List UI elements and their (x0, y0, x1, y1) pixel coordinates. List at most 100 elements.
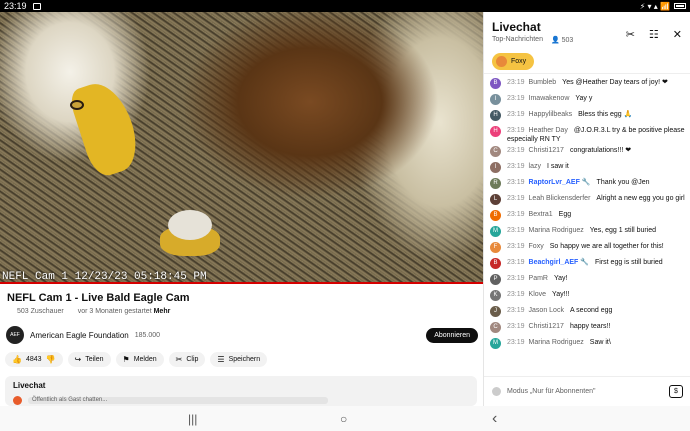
super-chat-button[interactable]: $ (669, 385, 683, 398)
chat-user-avatar: H (490, 126, 501, 137)
save-playlist-icon: ☰ (217, 355, 225, 364)
chat-message[interactable]: P 23:19 PamR Yay! (490, 272, 685, 288)
channel-avatar[interactable]: AEF (6, 326, 24, 344)
like-dislike-button[interactable]: 👍 4843 👎 (5, 352, 63, 367)
chat-text: First egg is still buried (595, 259, 663, 266)
livechat-preview-input[interactable]: Öffentlich als Gast chatten... (28, 397, 328, 404)
chat-message-body: 23:19 Happylilbeaks Bless this egg 🙏 (507, 110, 685, 119)
chat-username[interactable]: Imawakenow (529, 95, 570, 102)
thumbs-up-icon: 👍 (12, 355, 22, 364)
chat-username[interactable]: Jason Lock (529, 307, 564, 314)
like-count: 4843 (25, 356, 42, 363)
chat-message[interactable]: K 23:19 Klove Yay!!! (490, 288, 685, 304)
scissors-icon: ✂ (175, 355, 183, 364)
status-icons: ⚡ ▾ ▴ 📶 (640, 2, 686, 11)
chat-message-body: 23:19 RaptorLvr_AEF 🔧 Thank you @Jen (507, 178, 685, 187)
chat-user-avatar: C (490, 146, 501, 157)
report-button[interactable]: ⚑ Melden (115, 352, 164, 367)
chat-username[interactable]: Klove (529, 291, 547, 298)
chat-user-avatar: R (490, 178, 501, 189)
chat-message[interactable]: B 23:19 Bumbleb Yes @Heather Day tears of j… (490, 76, 685, 92)
chat-time: 23:19 (507, 243, 525, 250)
share-button[interactable]: ↪ Teilen (67, 352, 111, 367)
subscribe-button[interactable]: Abonnieren (426, 327, 478, 343)
chat-username[interactable]: Happylilbeaks (529, 111, 573, 118)
thumbs-down-icon[interactable]: 👎 (46, 355, 56, 364)
live-progress-bar[interactable] (0, 282, 483, 284)
chat-username[interactable]: Marina Rodriguez (529, 227, 584, 234)
chat-username[interactable]: Christi1217 (529, 323, 564, 330)
chat-viewer-count: 503 (561, 37, 574, 44)
chat-message[interactable]: F 23:19 Foxy So happy we are all together f… (490, 240, 685, 256)
chat-text: Yay y (575, 95, 593, 102)
chat-username[interactable]: RaptorLvr_AEF 🔧 (529, 179, 591, 186)
chat-message[interactable]: l 23:19 lazy I saw it (490, 160, 685, 176)
chat-username[interactable]: Bumbleb (529, 79, 557, 86)
chat-message[interactable]: C 23:19 Christi1217 happy tears!! (490, 320, 685, 336)
chat-message-body: 23:19 Bumbleb Yes @Heather Day tears of jo… (507, 78, 685, 87)
chat-message[interactable]: L 23:19 Leah Blickensderfer Alright a new e… (490, 192, 685, 208)
chat-user-avatar: K (490, 290, 501, 301)
chat-mode-selector[interactable]: Top-Nachrichten (492, 36, 543, 44)
chat-message[interactable]: M 23:19 Marina Rodriguez Saw it\ (490, 336, 685, 352)
chat-text: Yay!!! (552, 291, 570, 298)
chat-text: Saw it\ (589, 339, 611, 346)
chat-user-avatar: B (490, 258, 501, 269)
chat-header-icons: ✂ ☷ ✕ (626, 28, 682, 41)
chat-message[interactable]: M 23:19 Marina Rodriguez Yes, egg 1 still b… (490, 224, 685, 240)
chat-message-body: 23:19 Klove Yay!!! (507, 290, 685, 299)
chat-time: 23:19 (507, 291, 525, 298)
chat-message[interactable]: H 23:19 Heather Day @J.O.R.3.L try & be pos… (490, 124, 685, 144)
chat-user-avatar: L (490, 194, 501, 205)
android-nav-bar: ||| ○ ‹ (0, 406, 690, 431)
save-button[interactable]: ☰ Speichern (210, 352, 268, 367)
chat-message[interactable]: I 23:19 Imawakenow Yay y (490, 92, 685, 108)
chat-time: 23:19 (507, 147, 525, 154)
clip-button[interactable]: ✂ Clip (168, 352, 206, 367)
chat-message[interactable]: B 23:19 Bextra1 Egg (490, 208, 685, 224)
chat-username[interactable]: Bextra1 (529, 211, 553, 218)
chat-message-body: 23:19 Imawakenow Yay y (507, 94, 685, 103)
chat-username[interactable]: lazy (529, 163, 541, 170)
home-button[interactable]: ○ (340, 412, 347, 426)
chat-text: Bless this egg 🙏 (578, 111, 633, 118)
flag-icon: ⚑ (122, 355, 130, 364)
more-link[interactable]: Mehr (154, 308, 171, 315)
video-player[interactable]: NEFL Cam 1 12/23/23 05:18:45 PM (0, 12, 483, 284)
livechat-preview-box[interactable]: Livechat Öffentlich als Gast chatten... (5, 376, 477, 406)
close-icon[interactable]: ✕ (673, 28, 682, 41)
chat-message[interactable]: J 23:19 Jason Lock A second egg (490, 304, 685, 320)
back-button[interactable]: ‹ (492, 410, 497, 428)
egg-image (168, 210, 212, 240)
chat-user-avatar: I (490, 94, 501, 105)
chat-time: 23:19 (507, 275, 525, 282)
chat-username[interactable]: Beachgirl_AEF 🔧 (529, 259, 589, 266)
user-avatar (13, 396, 22, 405)
recent-apps-button[interactable]: ||| (188, 412, 197, 426)
chat-input[interactable]: Modus „Nur für Abonnenten" (507, 388, 595, 395)
chat-username[interactable]: Foxy (529, 243, 544, 250)
chat-username[interactable]: PamR (529, 275, 548, 282)
chat-header: Livechat Top-Nachrichten 👤 503 ✂ ☷ ✕ Fox… (484, 12, 690, 74)
chat-user-avatar: M (490, 338, 501, 349)
chat-messages[interactable]: B 23:19 Bumbleb Yes @Heather Day tears of j… (484, 76, 690, 376)
pinned-chip[interactable]: Foxy (492, 53, 535, 70)
livechat-panel: Livechat Top-Nachrichten 👤 503 ✂ ☷ ✕ Fox… (483, 12, 690, 406)
chat-username[interactable]: Marina Rodriguez (529, 339, 584, 346)
chat-user-avatar: J (490, 306, 501, 317)
sliders-icon[interactable]: ☷ (649, 28, 659, 41)
action-bar: 👍 4843 👎 ↪ Teilen ⚑ Melden ✂ Clip ☰ Spei… (5, 352, 268, 367)
chat-message[interactable]: C 23:19 Christi1217 congratulations!!! ❤ (490, 144, 685, 160)
chat-username[interactable]: Christi1217 (529, 147, 564, 154)
chat-text: Alright a new egg you go girl (596, 195, 685, 202)
scissors-icon[interactable]: ✂ (626, 28, 635, 41)
chat-username[interactable]: Heather Day (529, 127, 568, 134)
chat-username[interactable]: Leah Blickensderfer (529, 195, 591, 202)
chat-message[interactable]: H 23:19 Happylilbeaks Bless this egg 🙏 (490, 108, 685, 124)
chat-text: congratulations!!! ❤ (569, 147, 632, 154)
chat-message-body: 23:19 Bextra1 Egg (507, 210, 685, 219)
chat-message[interactable]: B 23:19 Beachgirl_AEF 🔧 First egg is still … (490, 256, 685, 272)
chat-message[interactable]: R 23:19 RaptorLvr_AEF 🔧 Thank you @Jen (490, 176, 685, 192)
channel-name[interactable]: American Eagle Foundation (30, 331, 129, 340)
chat-time: 23:19 (507, 339, 525, 346)
